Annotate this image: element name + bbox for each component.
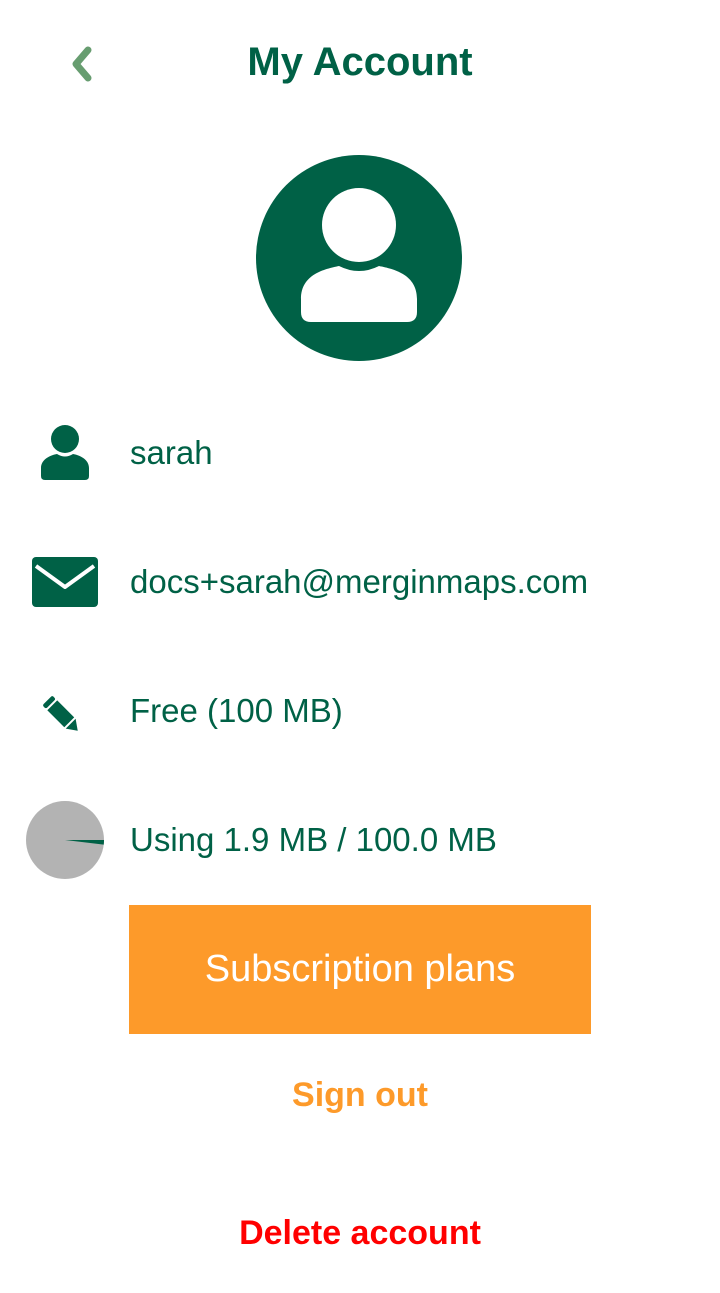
sign-out-button[interactable]: Sign out <box>0 1076 720 1115</box>
subscription-plans-button[interactable]: Subscription plans <box>129 905 591 1034</box>
storage-pie-icon <box>25 800 105 880</box>
user-avatar-icon <box>256 155 462 361</box>
storage-row: Using 1.9 MB / 100.0 MB <box>0 800 720 880</box>
email-text: docs+sarah@merginmaps.com <box>130 563 589 600</box>
plan-row: Free (100 MB) <box>0 671 720 751</box>
person-icon <box>25 413 105 493</box>
email-row: docs+sarah@merginmaps.com <box>0 542 720 622</box>
storage-text: Using 1.9 MB / 100.0 MB <box>130 821 497 858</box>
username-row: sarah <box>0 413 720 493</box>
page-title: My Account <box>247 40 473 84</box>
header: My Account <box>0 0 720 130</box>
username-text: sarah <box>130 434 213 471</box>
plan-text: Free (100 MB) <box>130 692 343 729</box>
envelope-icon <box>25 542 105 622</box>
delete-account-button[interactable]: Delete account <box>0 1214 720 1253</box>
pencil-icon <box>25 671 105 751</box>
